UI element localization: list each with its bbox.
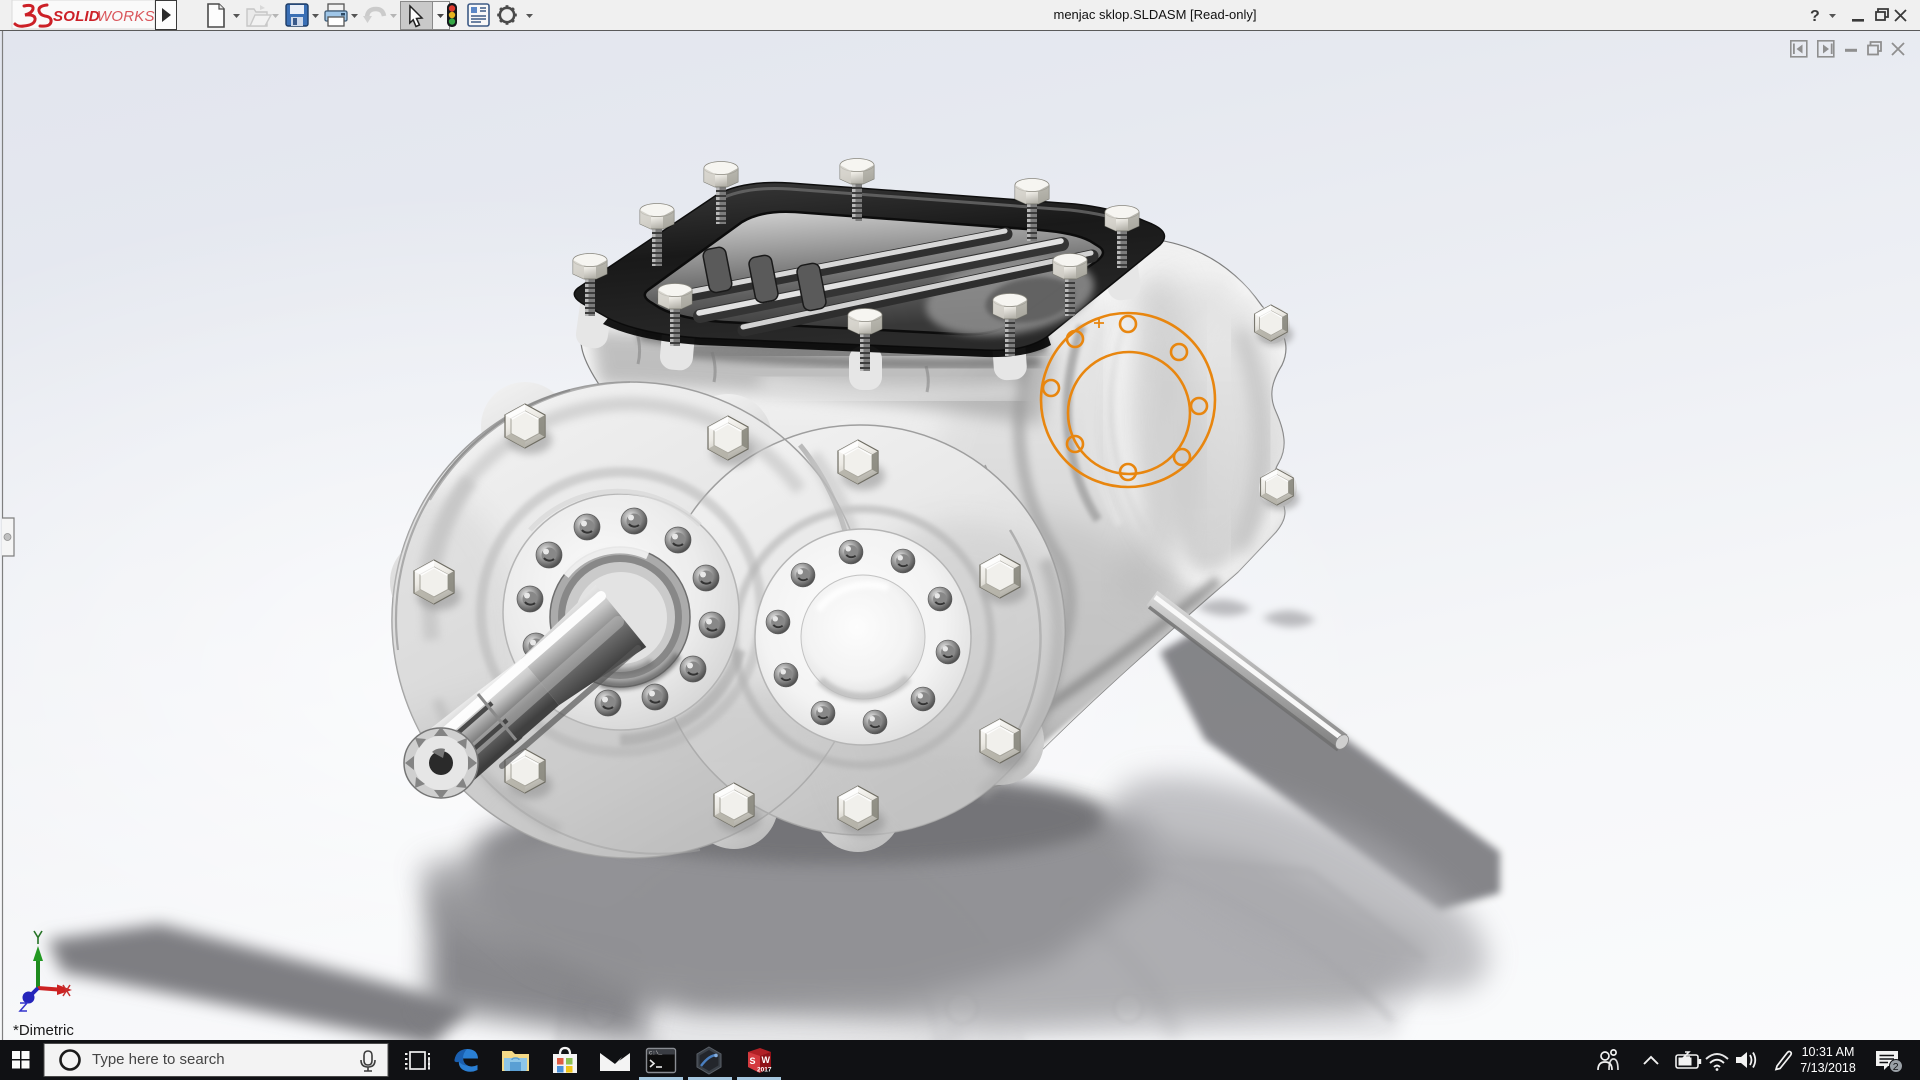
svg-text:?: ? xyxy=(1810,8,1820,25)
svg-text:2017: 2017 xyxy=(757,1067,772,1074)
svg-text:SOLID: SOLID xyxy=(53,8,100,25)
svg-text:C:\_: C:\_ xyxy=(649,1050,663,1057)
svg-text:S: S xyxy=(750,1056,756,1066)
svg-text:W: W xyxy=(762,1055,771,1065)
svg-text:2: 2 xyxy=(1893,1061,1899,1073)
svg-text:WORKS: WORKS xyxy=(97,8,155,25)
